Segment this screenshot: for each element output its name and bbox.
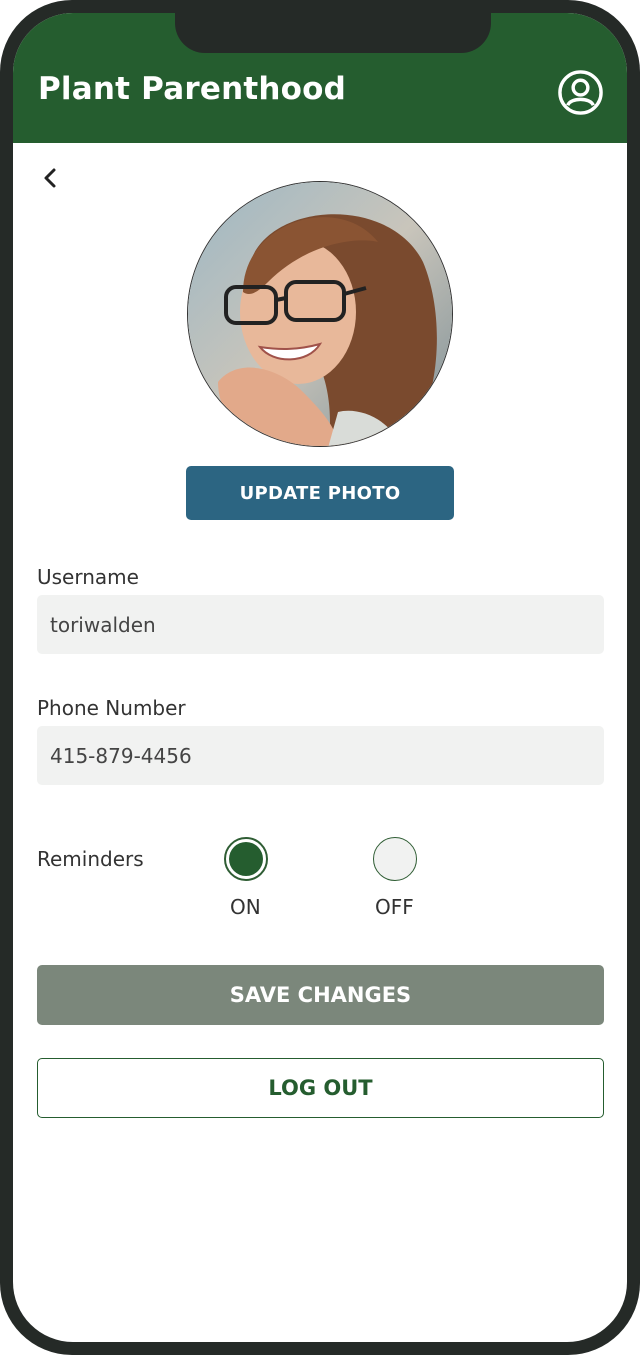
reminders-on-radio[interactable] xyxy=(224,837,268,881)
profile-photo xyxy=(187,181,453,447)
phone-number-label: Phone Number xyxy=(37,696,186,720)
reminders-off-radio[interactable] xyxy=(373,837,417,881)
app-title: Plant Parenthood xyxy=(38,71,347,107)
update-photo-button[interactable]: UPDATE PHOTO xyxy=(186,466,454,520)
save-changes-button[interactable]: SAVE CHANGES xyxy=(37,965,604,1025)
reminders-label: Reminders xyxy=(37,847,144,871)
radio-selected-dot xyxy=(229,842,263,876)
reminders-on-label: ON xyxy=(230,895,261,919)
log-out-button[interactable]: LOG OUT xyxy=(37,1058,604,1118)
username-field[interactable]: toriwalden xyxy=(37,595,604,654)
username-label: Username xyxy=(37,565,139,589)
phone-frame: Plant Parenthood UPDATE PHOTO Username t… xyxy=(0,0,640,1355)
device-notch xyxy=(175,13,491,53)
user-circle-icon[interactable] xyxy=(557,69,604,116)
reminders-off-label: OFF xyxy=(375,895,414,919)
app-screen: Plant Parenthood UPDATE PHOTO Username t… xyxy=(13,13,627,1342)
phone-number-field[interactable]: 415-879-4456 xyxy=(37,726,604,785)
chevron-left-icon[interactable] xyxy=(39,166,63,190)
